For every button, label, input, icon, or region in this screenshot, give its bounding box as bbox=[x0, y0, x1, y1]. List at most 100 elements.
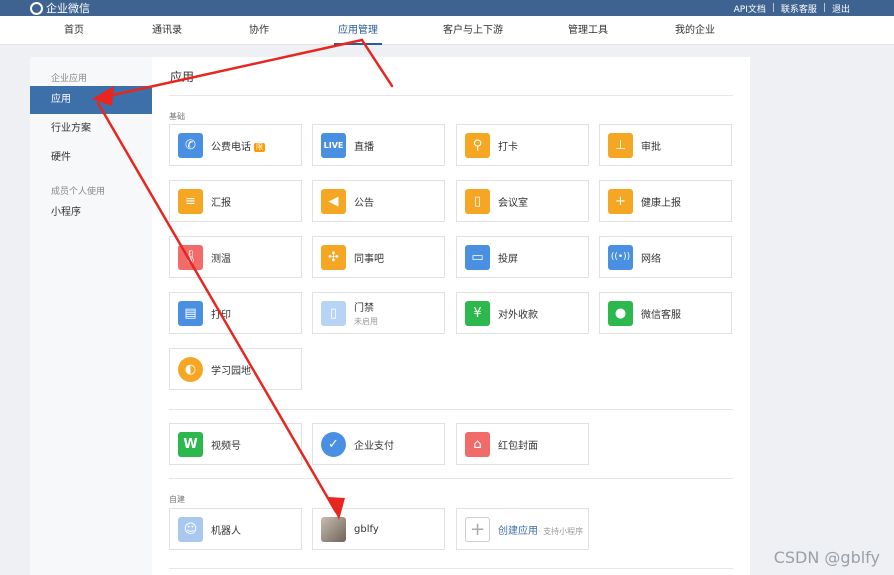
red-envelope-icon: ⌂ bbox=[465, 431, 490, 457]
phone-icon: ✆ bbox=[178, 132, 203, 158]
access-door-icon: ▯ bbox=[321, 300, 346, 326]
limited-badge: 限 bbox=[254, 142, 265, 152]
plus-icon: + bbox=[465, 516, 490, 542]
app-card-red-envelope[interactable]: ⌂ 红包封面 bbox=[456, 423, 589, 465]
app-name: 机器人 bbox=[211, 525, 241, 537]
nav-admin-tools[interactable]: 管理工具 bbox=[566, 16, 610, 45]
app-name: gblfy bbox=[354, 523, 379, 535]
sidebar-item-mini-program[interactable]: 小程序 bbox=[30, 199, 152, 227]
app-name: 健康上报 bbox=[641, 197, 681, 209]
divider bbox=[169, 478, 733, 479]
contact-support-link[interactable]: 联系客服 bbox=[781, 2, 817, 15]
door-icon: ▯ bbox=[465, 188, 490, 214]
sidebar-item-apps[interactable]: 应用 bbox=[30, 86, 152, 114]
page-title: 应用 bbox=[170, 70, 195, 84]
app-card-colleague-circle[interactable]: ✣ 同事吧 bbox=[312, 236, 445, 278]
app-name: 会议室 bbox=[498, 197, 528, 209]
app-card-live[interactable]: LIVE 直播 bbox=[312, 124, 445, 166]
app-card-checkin[interactable]: ⚲ 打卡 bbox=[456, 124, 589, 166]
app-card-robot[interactable]: ☺ 机器人 bbox=[169, 508, 302, 550]
app-card-meeting-room[interactable]: ▯ 会议室 bbox=[456, 180, 589, 222]
app-name: 对外收款 bbox=[498, 309, 538, 321]
app-card-temperature[interactable]: 🌡︎ 测温 bbox=[169, 236, 302, 278]
robot-icon: ☺ bbox=[178, 516, 203, 542]
nav-app-management[interactable]: 应用管理 bbox=[334, 16, 382, 45]
wecom-logo-icon bbox=[30, 1, 43, 15]
app-status: 未启用 bbox=[354, 317, 378, 326]
create-app-label: 创建应用 bbox=[498, 525, 538, 537]
pay-icon: ✓ bbox=[321, 431, 346, 457]
nav-home[interactable]: 首页 bbox=[58, 16, 90, 45]
app-card-screen-cast[interactable]: ▭ 投屏 bbox=[456, 236, 589, 278]
app-card-channels[interactable]: W 视频号 bbox=[169, 423, 302, 465]
separator: | bbox=[771, 3, 775, 13]
app-card-gblfy[interactable]: gblfy bbox=[312, 508, 445, 550]
app-card-external-payment[interactable]: ¥ 对外收款 bbox=[456, 292, 589, 334]
live-icon: LIVE bbox=[321, 132, 346, 158]
app-name: 同事吧 bbox=[354, 253, 384, 265]
report-icon: ≡ bbox=[178, 188, 203, 214]
stamp-icon: ⊥ bbox=[608, 132, 633, 158]
divider bbox=[169, 409, 733, 410]
top-links: API文档 | 联系客服 | 退出 bbox=[734, 0, 850, 16]
app-name: 公告 bbox=[354, 197, 374, 209]
app-card-phone[interactable]: ✆ 公费电话限 bbox=[169, 124, 302, 166]
thermometer-icon: 🌡︎ bbox=[178, 244, 203, 270]
nav-collaboration[interactable]: 协作 bbox=[245, 16, 273, 45]
app-name: 学习园地 bbox=[211, 365, 251, 377]
app-card-learning[interactable]: ◐ 学习园地 bbox=[169, 348, 302, 390]
sidebar-heading-enterprise-apps: 企业应用 bbox=[51, 74, 88, 84]
clipboard-plus-icon: + bbox=[608, 188, 633, 214]
chat-bubble-icon: ● bbox=[608, 300, 633, 326]
app-name: 门禁 bbox=[354, 303, 374, 314]
create-app-hint: · 支持小程序 bbox=[538, 526, 584, 536]
sidebar-heading-personal-use: 成员个人使用 bbox=[51, 187, 106, 197]
section-label-basic: 基础 bbox=[169, 112, 185, 121]
app-card-report[interactable]: ≡ 汇报 bbox=[169, 180, 302, 222]
app-card-enterprise-pay[interactable]: ✓ 企业支付 bbox=[312, 423, 445, 465]
app-card-wechat-service[interactable]: ● 微信客服 bbox=[599, 292, 732, 334]
app-name: 打卡 bbox=[498, 141, 518, 153]
main-panel: 应用 基础 ✆ 公费电话限 LIVE 直播 ⚲ 打卡 ⊥ 审批 ≡ 汇报 ◀ 公… bbox=[152, 57, 750, 575]
section-label-custom: 自建 bbox=[169, 495, 185, 504]
app-card-announcement[interactable]: ◀ 公告 bbox=[312, 180, 445, 222]
logout-link[interactable]: 退出 bbox=[832, 2, 850, 15]
app-name: 网络 bbox=[641, 253, 661, 265]
app-card-access-control[interactable]: ▯ 门禁未启用 bbox=[312, 292, 445, 334]
router-icon: ((•)) bbox=[608, 244, 633, 270]
yen-icon: ¥ bbox=[465, 300, 490, 326]
location-pin-icon: ⚲ bbox=[465, 132, 490, 158]
brand[interactable]: 企业微信 bbox=[30, 0, 90, 16]
app-name: 投屏 bbox=[498, 253, 518, 265]
main-nav: 首页 通讯录 协作 应用管理 客户与上下游 管理工具 我的企业 bbox=[0, 16, 894, 45]
brand-name: 企业微信 bbox=[46, 2, 90, 15]
divider bbox=[169, 95, 733, 96]
api-docs-link[interactable]: API文档 bbox=[734, 2, 766, 15]
app-name: 微信客服 bbox=[641, 309, 681, 321]
app-name: 企业支付 bbox=[354, 440, 394, 452]
app-name: 审批 bbox=[641, 141, 661, 153]
nav-contacts[interactable]: 通讯录 bbox=[148, 16, 186, 45]
channels-icon: W bbox=[178, 431, 203, 457]
app-name: 红包封面 bbox=[498, 440, 538, 452]
app-card-approval[interactable]: ⊥ 审批 bbox=[599, 124, 732, 166]
printer-icon: ▤ bbox=[178, 300, 203, 326]
user-photo-icon bbox=[321, 516, 346, 542]
nav-customers[interactable]: 客户与上下游 bbox=[442, 16, 504, 45]
megaphone-icon: ◀ bbox=[321, 188, 346, 214]
planet-icon: ◐ bbox=[178, 356, 203, 382]
create-app-button[interactable]: + 创建应用· 支持小程序 bbox=[456, 508, 589, 550]
top-bar: 企业微信 API文档 | 联系客服 | 退出 bbox=[0, 0, 894, 16]
sidebar-item-hardware[interactable]: 硬件 bbox=[30, 144, 152, 172]
app-card-health-report[interactable]: + 健康上报 bbox=[599, 180, 732, 222]
app-name: 打印 bbox=[211, 309, 231, 321]
app-card-print[interactable]: ▤ 打印 bbox=[169, 292, 302, 334]
sidebar-item-industry-solutions[interactable]: 行业方案 bbox=[30, 115, 152, 143]
separator: | bbox=[822, 3, 826, 13]
screen-cast-icon: ▭ bbox=[465, 244, 490, 270]
app-name: 公费电话 bbox=[211, 141, 251, 153]
sidebar: 企业应用 应用 行业方案 硬件 成员个人使用 小程序 bbox=[30, 57, 152, 575]
nav-my-enterprise[interactable]: 我的企业 bbox=[673, 16, 717, 45]
share-nodes-icon: ✣ bbox=[321, 244, 346, 270]
app-card-network[interactable]: ((•)) 网络 bbox=[599, 236, 732, 278]
